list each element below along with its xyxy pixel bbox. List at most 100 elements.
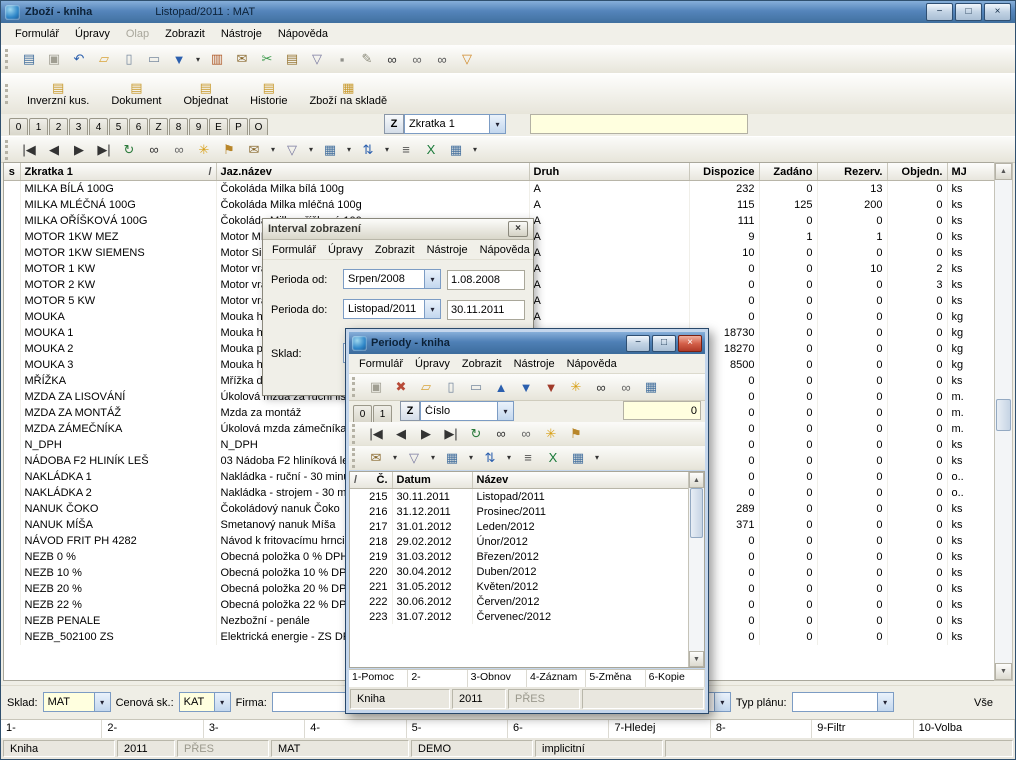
period-row[interactable]: 218 29.02.2012 Únor/2012	[350, 534, 689, 549]
find-next-icon[interactable]: ∞	[614, 375, 638, 399]
cell-zkratka[interactable]: MILKA OŘÍŠKOVÁ 100G	[20, 213, 216, 229]
cell-mj[interactable]: ks	[947, 613, 996, 629]
cell-zkratka[interactable]: MILKA BÍLÁ 100G	[20, 181, 216, 198]
next-record-icon[interactable]: ▶	[414, 422, 438, 446]
cell-datum[interactable]: 29.02.2012	[392, 534, 472, 549]
cell-rezerv[interactable]: 0	[817, 469, 887, 485]
cell-s[interactable]	[4, 549, 20, 565]
col-header-objedn[interactable]: Objedn.	[887, 163, 947, 181]
scroll-thumb[interactable]	[690, 488, 703, 538]
record-tab[interactable]: 1	[29, 118, 48, 135]
cell-druh[interactable]: A	[529, 197, 689, 213]
cell-zkratka[interactable]: MOUKA 3	[20, 357, 216, 373]
binoculars-icon[interactable]: ∞	[489, 422, 513, 446]
cell-objedn[interactable]: 0	[887, 229, 947, 245]
cell-zkratka[interactable]: MOTOR 5 KW	[20, 293, 216, 309]
function-key[interactable]: 9-Filtr	[812, 720, 913, 738]
cell-rezerv[interactable]: 0	[817, 309, 887, 325]
periods-titlebar[interactable]: Periody - kniha − □ ×	[349, 332, 705, 354]
cell-zadano[interactable]: 0	[759, 213, 817, 229]
function-key[interactable]: 3-	[204, 720, 305, 738]
col-header-rezerv[interactable]: Rezerv.	[817, 163, 887, 181]
cell-zadano[interactable]: 0	[759, 629, 817, 645]
period-row[interactable]: 216 31.12.2011 Prosinec/2011	[350, 504, 689, 519]
cell-zkratka[interactable]: NEZB 22 %	[20, 597, 216, 613]
cell-dispozice[interactable]: 0	[689, 277, 759, 293]
cell-mj[interactable]: ks	[947, 197, 996, 213]
cell-cislo[interactable]: 221	[350, 579, 392, 594]
period-row[interactable]: 222 30.06.2012 Červen/2012	[350, 594, 689, 609]
scroll-down-button[interactable]	[689, 651, 704, 667]
menu-item[interactable]: Nástroje	[421, 242, 474, 258]
cell-dispozice[interactable]: 0	[689, 309, 759, 325]
cell-nazev[interactable]: Čokoláda Milka mléčná 100g	[216, 197, 529, 213]
cell-s[interactable]	[4, 309, 20, 325]
cell-nazev[interactable]: Listopad/2011	[472, 489, 689, 505]
cell-nazev[interactable]: Prosinec/2011	[472, 504, 689, 519]
cell-objedn[interactable]: 0	[887, 597, 947, 613]
cell-zadano[interactable]: 0	[759, 581, 817, 597]
function-key[interactable]: 8-	[711, 720, 812, 738]
find-next-icon[interactable]: ∞	[514, 422, 538, 446]
cell-s[interactable]	[4, 517, 20, 533]
period-from-combo[interactable]: Srpen/2008	[343, 269, 441, 289]
cell-zkratka[interactable]: MZDA ZA LISOVÁNÍ	[20, 389, 216, 405]
grid-settings-icon[interactable]: ▦	[444, 138, 468, 162]
prev-record-icon[interactable]: ◀	[42, 138, 66, 162]
col-header-zadano[interactable]: Zadáno	[759, 163, 817, 181]
cell-objedn[interactable]: 0	[887, 197, 947, 213]
sort-icon[interactable]: ⇅	[478, 446, 502, 470]
goods-row[interactable]: MILKA MLÉČNÁ 100G Čokoláda Milka mléčná …	[4, 197, 996, 213]
cell-mj[interactable]: ks	[947, 517, 996, 533]
binoculars-icon[interactable]: ∞	[380, 47, 404, 71]
cell-mj[interactable]: ks	[947, 565, 996, 581]
cell-objedn[interactable]: 0	[887, 565, 947, 581]
cell-zadano[interactable]: 0	[759, 517, 817, 533]
menu-item[interactable]: Nástroje	[213, 25, 270, 43]
cell-zadano[interactable]: 0	[759, 373, 817, 389]
toolbar-grip[interactable]	[5, 140, 13, 160]
function-key[interactable]: 4-Záznam	[527, 670, 586, 687]
undo-icon[interactable]: ↶	[67, 47, 91, 71]
cell-rezerv[interactable]: 0	[817, 389, 887, 405]
cell-zkratka[interactable]: NAKLÁDKA 1	[20, 469, 216, 485]
period-to-combo[interactable]: Listopad/2011	[343, 299, 441, 319]
cell-mj[interactable]: ks	[947, 181, 996, 198]
cell-mj[interactable]: ks	[947, 437, 996, 453]
col-header-mj[interactable]: MJ	[947, 163, 996, 181]
cell-rezerv[interactable]: 0	[817, 277, 887, 293]
cell-objedn[interactable]: 0	[887, 437, 947, 453]
toolbar-grip[interactable]	[352, 424, 360, 444]
open-folder-icon[interactable]: ▱	[414, 375, 438, 399]
cell-cislo[interactable]: 218	[350, 534, 392, 549]
cell-zkratka[interactable]: MZDA ZA MONTÁŽ	[20, 405, 216, 421]
cell-dispozice[interactable]: 115	[689, 197, 759, 213]
cell-dispozice[interactable]: 9	[689, 229, 759, 245]
scroll-up-button[interactable]	[689, 472, 704, 488]
cell-zadano[interactable]: 0	[759, 597, 817, 613]
document-icon[interactable]: ▯	[439, 375, 463, 399]
copy-document-icon[interactable]: ▭	[464, 375, 488, 399]
cell-zadano[interactable]: 0	[759, 453, 817, 469]
zbozi-na-sklade-button[interactable]: ▦ Zboží na skladě	[299, 78, 397, 110]
cell-zadano[interactable]: 0	[759, 389, 817, 405]
col-header-datum[interactable]: Datum	[392, 472, 472, 489]
find-next-icon[interactable]: ∞	[405, 47, 429, 71]
cell-druh[interactable]: A	[529, 309, 689, 325]
cell-cislo[interactable]: 220	[350, 564, 392, 579]
cell-objedn[interactable]: 0	[887, 469, 947, 485]
cell-objedn[interactable]: 0	[887, 581, 947, 597]
cell-s[interactable]	[4, 277, 20, 293]
menu-item[interactable]: Zobrazit	[456, 356, 508, 372]
typ-planu-combo[interactable]	[792, 692, 894, 712]
record-tab[interactable]: 1	[373, 405, 392, 422]
cell-zkratka[interactable]: MOTOR 1 KW	[20, 261, 216, 277]
cell-objedn[interactable]: 0	[887, 341, 947, 357]
find-tagged-icon[interactable]: ∞	[430, 47, 454, 71]
sum-list-icon[interactable]: ≡	[394, 138, 418, 162]
function-key[interactable]: 6-Kopie	[646, 670, 705, 687]
cell-objedn[interactable]: 0	[887, 549, 947, 565]
cell-rezerv[interactable]: 0	[817, 453, 887, 469]
cell-objedn[interactable]: 0	[887, 389, 947, 405]
menu-item[interactable]: Nápověda	[270, 25, 336, 43]
